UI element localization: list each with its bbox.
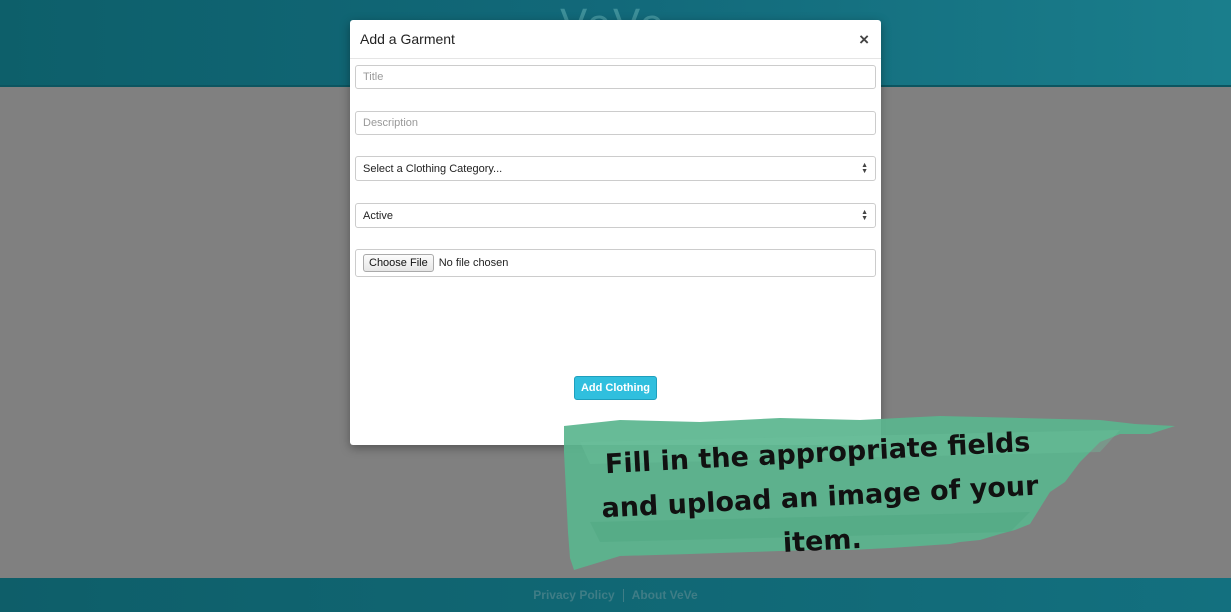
title-placeholder: Title [363,71,384,83]
description-input[interactable]: Description [355,111,876,135]
category-selected-value: Select a Clothing Category... [363,162,503,175]
status-selected-value: Active [363,209,393,222]
modal-title: Add a Garment [360,31,455,47]
about-link[interactable]: About VeVe [624,588,706,602]
close-button[interactable]: × [857,29,871,50]
add-clothing-button[interactable]: Add Clothing [574,376,657,400]
select-arrows-icon: ▲ ▼ [861,161,868,175]
add-garment-modal: Add a Garment × Title Description Select… [350,20,881,445]
annotation-text: Fill in the appropriate fields and uploa… [600,426,1040,559]
file-status: No file chosen [438,257,509,269]
status-select[interactable]: Active ▲ ▼ [355,203,876,228]
tutorial-annotation: Fill in the appropriate fields and uploa… [560,412,1180,582]
choose-file-button[interactable]: Choose File [363,254,434,272]
app-footer: Privacy Policy About VeVe [0,578,1231,612]
file-input: Choose File No file chosen [355,249,876,277]
description-placeholder: Description [363,117,419,129]
category-select[interactable]: Select a Clothing Category... ▲ ▼ [355,156,876,181]
select-arrows-icon: ▲ ▼ [861,208,868,222]
modal-header: Add a Garment × [350,20,881,59]
privacy-policy-link[interactable]: Privacy Policy [525,588,622,602]
title-input[interactable]: Title [355,65,876,89]
